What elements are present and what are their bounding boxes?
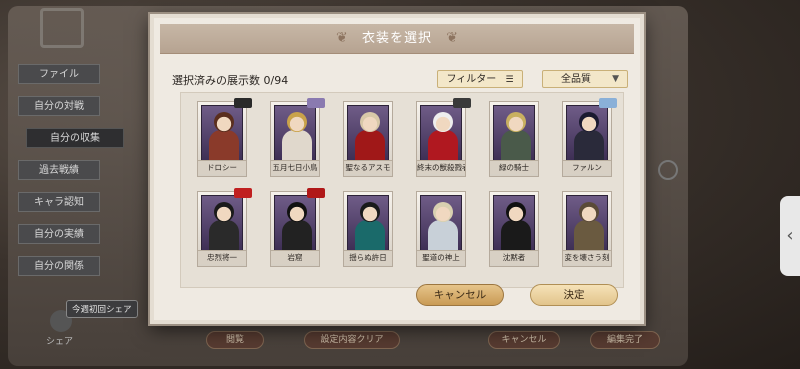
- costume-badge: [307, 188, 325, 198]
- costume-name: 忠烈将一: [198, 250, 246, 264]
- costume-head: [360, 202, 380, 222]
- chevron-left-icon[interactable]: ‹: [780, 196, 800, 276]
- costume-portrait: [201, 105, 243, 161]
- costume-name: 終末の獣殺戮者: [417, 160, 465, 174]
- costume-outfit: [501, 130, 531, 160]
- costume-outfit: [282, 130, 312, 160]
- filter-label: フィルター: [446, 74, 497, 85]
- costume-outfit: [501, 220, 531, 250]
- costume-head: [433, 202, 453, 222]
- costume-badge: [453, 98, 471, 108]
- menu-item-my-collection[interactable]: 自分の収集: [26, 128, 124, 148]
- side-menu: ファイル 自分の対戦 自分の収集 過去戦績 キャラ認知 自分の実績 自分の関係: [18, 64, 124, 288]
- costume-outfit: [574, 220, 604, 250]
- costume-outfit: [209, 130, 239, 160]
- costume-badge: [234, 188, 252, 198]
- edit-complete-button[interactable]: 編集完了: [590, 331, 660, 349]
- costume-portrait: [274, 195, 316, 251]
- costume-name: 聖なるアスモ: [344, 160, 392, 174]
- costume-outfit: [282, 220, 312, 250]
- wheat-left-icon: ❦: [336, 30, 348, 46]
- costume-head: [433, 112, 453, 132]
- costume-head: [360, 112, 380, 132]
- list-icon: ☰: [505, 75, 514, 85]
- costume-name: 変を壊さう刻: [563, 250, 611, 264]
- menu-item-past-records[interactable]: 過去戦績: [18, 160, 100, 180]
- costume-card[interactable]: 沈黙者: [489, 191, 539, 267]
- costume-portrait: [347, 105, 389, 161]
- costume-outfit: [355, 220, 385, 250]
- costume-portrait: [420, 195, 462, 251]
- costume-head: [287, 202, 307, 222]
- costume-head: [506, 202, 526, 222]
- costume-outfit: [428, 130, 458, 160]
- dialog-title: 衣装を選択: [361, 31, 432, 46]
- share-bubble: 今週初回シェア: [66, 300, 138, 318]
- costume-name: 沈黙者: [490, 250, 538, 264]
- costume-head: [579, 112, 599, 132]
- filter-button[interactable]: フィルター ☰: [437, 70, 523, 88]
- costume-card[interactable]: 終末の獣殺戮者: [416, 98, 471, 177]
- menu-item-my-battles[interactable]: 自分の対戦: [18, 96, 100, 116]
- costume-name: 五月七日小鳥: [271, 160, 319, 174]
- costume-portrait: [274, 105, 316, 161]
- costume-card[interactable]: 岩窟: [270, 188, 325, 267]
- menu-item-file[interactable]: ファイル: [18, 64, 100, 84]
- costume-head: [287, 112, 307, 132]
- share-label[interactable]: シェア: [46, 334, 73, 347]
- menu-item-my-achievements[interactable]: 自分の実績: [18, 224, 100, 244]
- costume-portrait: [201, 195, 243, 251]
- costume-card[interactable]: 緑の騎士: [489, 101, 539, 177]
- costume-head: [214, 112, 234, 132]
- costume-name: 揺らぬ許日: [344, 250, 392, 264]
- settings-circle-icon[interactable]: [658, 160, 678, 180]
- costume-portrait: [493, 195, 535, 251]
- menu-item-my-relations[interactable]: 自分の関係: [18, 256, 100, 276]
- costume-outfit: [574, 130, 604, 160]
- costume-badge: [599, 98, 617, 108]
- costume-name: 聖道の神上: [417, 250, 465, 264]
- costume-outfit: [209, 220, 239, 250]
- clear-settings-button[interactable]: 設定内容クリア: [304, 331, 400, 349]
- costume-portrait: [493, 105, 535, 161]
- costume-head: [579, 202, 599, 222]
- quality-label: 全品質: [561, 74, 591, 85]
- wheat-right-icon: ❦: [446, 30, 458, 46]
- menu-item-character-recognition[interactable]: キャラ認知: [18, 192, 100, 212]
- costume-name: ファルン: [563, 160, 611, 174]
- background-cancel-button[interactable]: キャンセル: [488, 331, 560, 349]
- costume-outfit: [355, 130, 385, 160]
- costume-name: ドロシー: [198, 160, 246, 174]
- costume-card[interactable]: 五月七日小鳥: [270, 98, 325, 177]
- costume-badge: [234, 98, 252, 108]
- costume-card[interactable]: ドロシー: [197, 98, 252, 177]
- quality-select[interactable]: 全品質 ▼: [542, 70, 628, 88]
- costume-portrait: [566, 105, 608, 161]
- costume-portrait: [347, 195, 389, 251]
- dialog-header: ❦ 衣装を選択 ❦: [160, 24, 634, 54]
- costume-name: 緑の騎士: [490, 160, 538, 174]
- costume-badge: [307, 98, 325, 108]
- chevron-down-icon: ▼: [612, 74, 619, 84]
- costume-select-dialog: ❦ 衣装を選択 ❦ 選択済みの展示数 0/94 フィルター ☰ 全品質 ▼ ドロ…: [150, 14, 644, 324]
- cancel-button[interactable]: キャンセル: [416, 284, 504, 306]
- costume-card[interactable]: 聖道の神上: [416, 191, 466, 267]
- costume-card[interactable]: 忠烈将一: [197, 188, 252, 267]
- selected-count-label: 選択済みの展示数 0/94: [172, 74, 289, 87]
- costume-portrait: [566, 195, 608, 251]
- costume-grid: ドロシー 五月七日小鳥 聖なるアスモ 終末の獣殺戮者 緑の騎士 ファルン忠烈将一 岩窟 揺らぬ…: [180, 92, 624, 288]
- costume-card[interactable]: 変を壊さう刻: [562, 191, 612, 267]
- costume-head: [214, 202, 234, 222]
- costume-name: 岩窟: [271, 250, 319, 264]
- costume-outfit: [428, 220, 458, 250]
- logo-icon: [40, 8, 84, 48]
- confirm-button[interactable]: 決定: [530, 284, 618, 306]
- costume-card[interactable]: ファルン: [562, 98, 617, 177]
- costume-card[interactable]: 揺らぬ許日: [343, 191, 393, 267]
- browse-button[interactable]: 閲覧: [206, 331, 264, 349]
- costume-portrait: [420, 105, 462, 161]
- costume-card[interactable]: 聖なるアスモ: [343, 101, 393, 177]
- costume-head: [506, 112, 526, 132]
